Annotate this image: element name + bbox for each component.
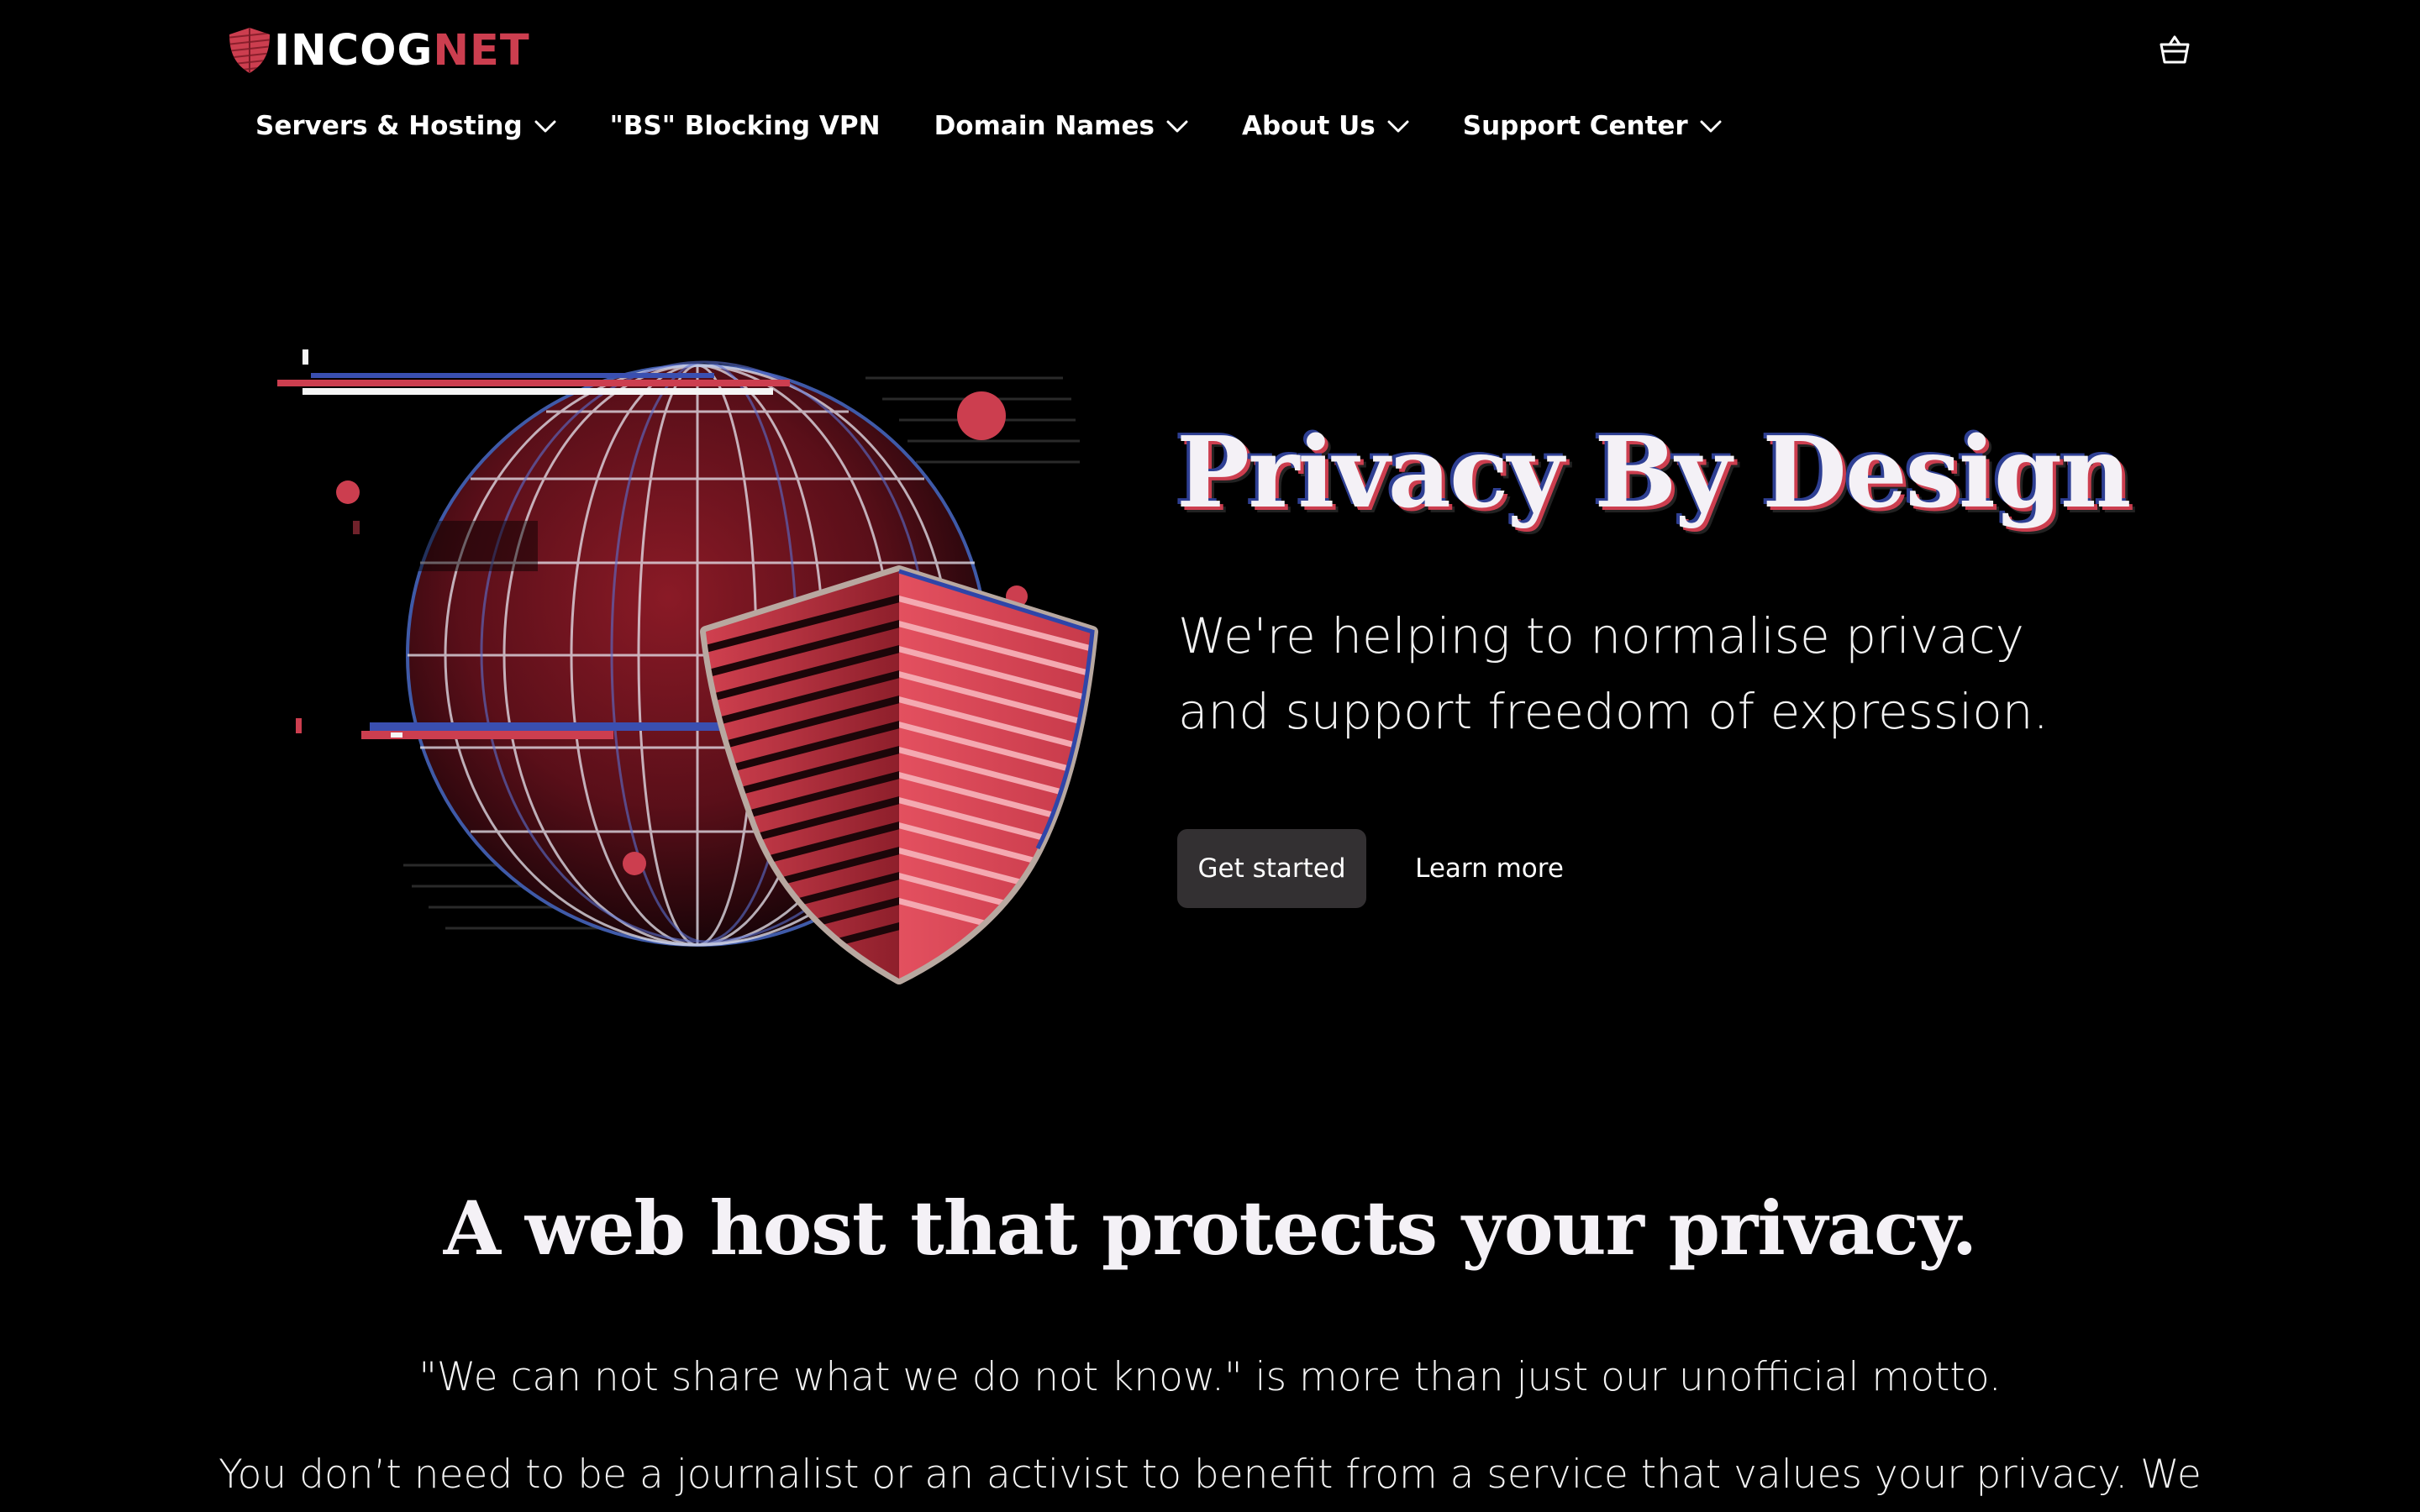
nav-item-label: About Us [1241,111,1376,141]
motto-text: "We can not share what we do not know." … [418,1354,2002,1400]
nav-item-support-center[interactable]: Support Center [1463,111,1722,141]
nav-item-bs-blocking-vpn[interactable]: "BS" Blocking VPN [610,111,881,141]
basket-icon[interactable] [2156,32,2193,69]
chevron-down-icon [1166,120,1188,133]
logo-text-incog: INCOG [274,25,434,76]
site-logo[interactable]: INCOGNET [227,25,530,76]
nav-item-label: Domain Names [934,111,1155,141]
chevron-down-icon [1700,120,1722,133]
nav-item-servers-hosting[interactable]: Servers & Hosting [255,111,556,141]
learn-more-button[interactable]: Learn more [1395,829,1584,908]
nav-item-about-us[interactable]: About Us [1242,111,1409,141]
section-title: A web host that protects your privacy. [443,1184,1977,1272]
section-body-text: You don’t need to be a journalist or an … [218,1452,2202,1498]
main-nav: Servers & Hosting "BS" Blocking VPN Doma… [255,105,1776,147]
shield-icon [229,28,270,73]
nav-item-label: "BS" Blocking VPN [609,111,881,141]
logo-wordmark: INCOGNET [274,29,530,72]
nav-item-label: Servers & Hosting [255,111,523,141]
globe-with-shield-illustration [277,349,1098,984]
logo-text-net: NET [433,25,530,76]
nav-item-domain-names[interactable]: Domain Names [934,111,1188,141]
chevron-down-icon [1387,120,1409,133]
hero-subtitle: We're helping to normalise privacy and s… [1178,607,2049,740]
nav-item-label: Support Center [1462,111,1688,141]
get-started-button[interactable]: Get started [1177,829,1366,908]
chevron-down-icon [534,120,556,133]
hero-title: Privacy By Design [1176,416,2131,530]
